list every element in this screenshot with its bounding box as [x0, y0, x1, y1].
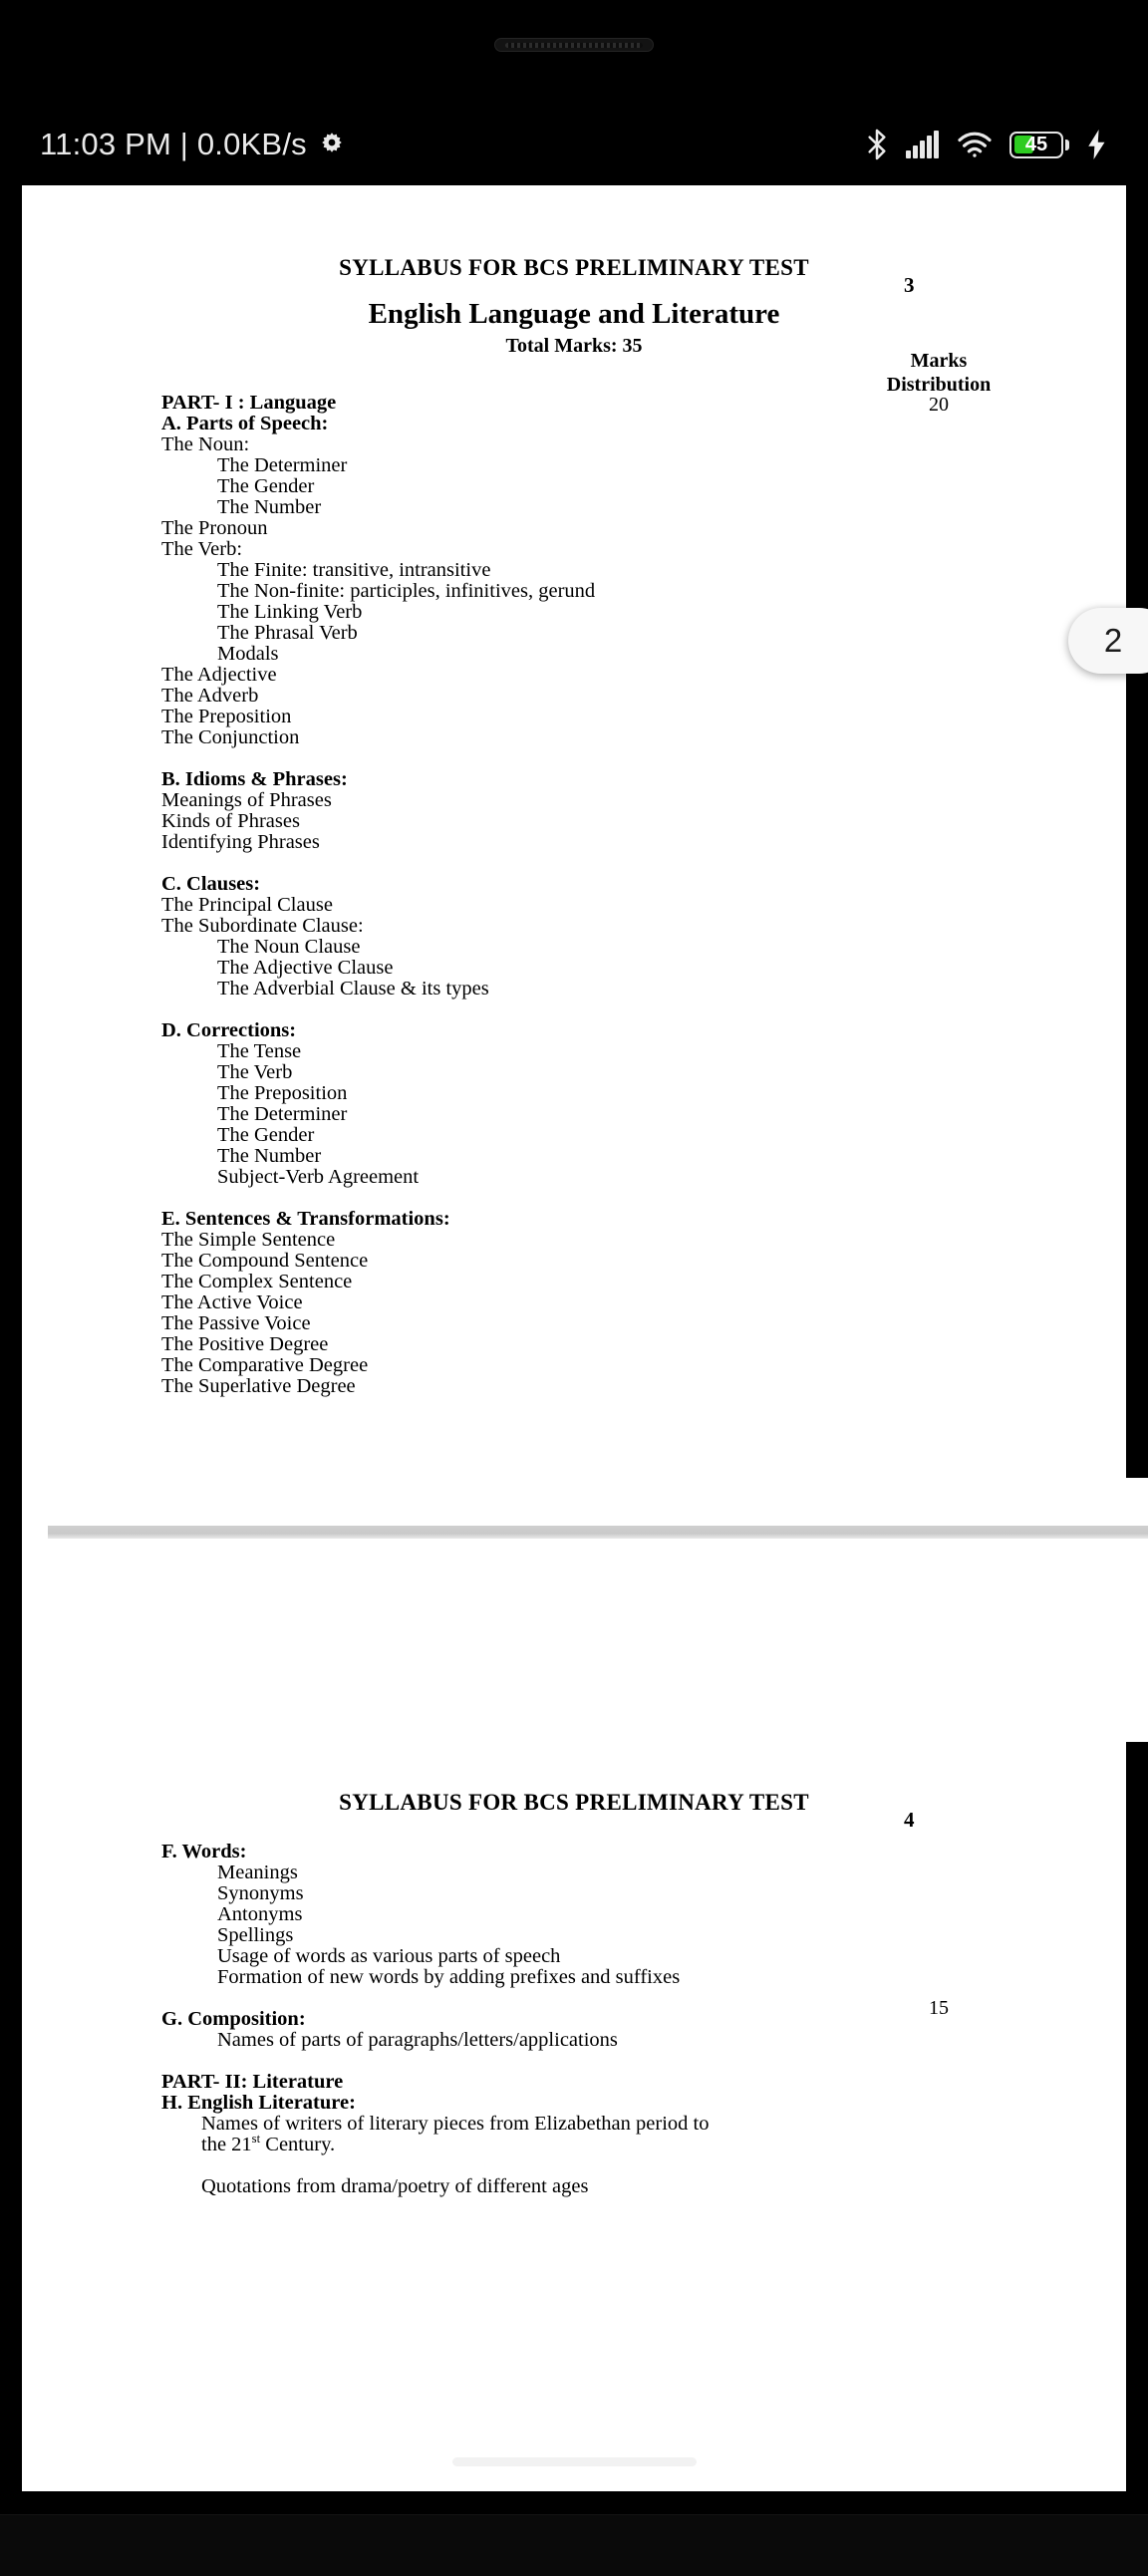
syllabus-line: The Subordinate Clause:: [161, 915, 364, 937]
syllabus-spacer: [161, 1000, 1038, 1020]
syllabus-line: Modals: [217, 643, 279, 665]
syllabus-spacer: [161, 1988, 1038, 2009]
syllabus-line: Usage of words as various parts of speec…: [217, 1945, 561, 1967]
document-header-title-page-4: SYLLABUS FOR BCS PRELIMINARY TEST: [339, 1790, 809, 1815]
syllabus-line: G. Composition:: [161, 2008, 306, 2030]
syllabus-line: The Gender: [217, 475, 315, 497]
syllabus-spacer: [161, 748, 1038, 769]
syllabus-line: The Simple Sentence: [161, 1229, 336, 1251]
syllabus-line: The Preposition: [161, 706, 292, 727]
syllabus-line: The Linking Verb: [217, 601, 363, 623]
gear-icon: [317, 130, 347, 159]
ordinal-superscript: st: [251, 2132, 261, 2147]
syllabus-line: E. Sentences & Transformations:: [161, 1208, 450, 1230]
home-gesture-handle[interactable]: [451, 2456, 697, 2466]
syllabus-line: The Adverb: [161, 685, 259, 707]
syllabus-spacer: [161, 2051, 1038, 2072]
page-number-3: 3: [904, 273, 915, 297]
syllabus-line: Identifying Phrases: [161, 831, 320, 853]
page-number-4: 4: [904, 1808, 915, 1832]
syllabus-line: Subject-Verb Agreement: [217, 1166, 420, 1188]
syllabus-line: The Verb:: [161, 538, 243, 560]
syllabus-line: The Conjunction: [161, 726, 300, 748]
pdf-page-3[interactable]: SYLLABUS FOR BCS PRELIMINARY TEST 3 Engl…: [22, 185, 1126, 1478]
page-separator: [22, 1478, 1148, 1742]
syllabus-line: Spellings: [217, 1924, 294, 1946]
marks-distribution-header: Marks Distribution: [869, 349, 1008, 398]
status-time-and-network-speed: 11:03 PM | 0.0KB/s: [40, 127, 307, 161]
battery-shell: 45: [1009, 131, 1063, 158]
syllabus-line: The Phrasal Verb: [217, 622, 358, 644]
syllabus-line: The Non-finite: participles, infinitives…: [217, 580, 596, 602]
syllabus-line: The Number: [217, 1145, 322, 1167]
syllabus-spacer: [161, 853, 1038, 874]
syllabus-line: H. English Literature:: [161, 2092, 356, 2114]
syllabus-body-page-3: PART- I : Language A. Parts of Speech: The…: [161, 393, 1038, 1397]
syllabus-line: Formation of new words by adding prefixe…: [217, 1966, 681, 1988]
syllabus-line: Antonyms: [217, 1903, 303, 1925]
syllabus-line: The Positive Degree: [161, 1333, 329, 1355]
syllabus-line: The Passive Voice: [161, 1312, 311, 1334]
android-navigation-bar[interactable]: [0, 2441, 1148, 2481]
syllabus-line: The Pronoun: [161, 517, 268, 539]
syllabus-line: C. Clauses:: [161, 873, 261, 895]
syllabus-line: The Complex Sentence: [161, 1271, 353, 1292]
syllabus-line: F. Words:: [161, 1841, 247, 1862]
syllabus-line: D. Corrections:: [161, 1019, 297, 1041]
syllabus-line: The Compound Sentence: [161, 1250, 369, 1272]
pdf-page-4[interactable]: SYLLABUS FOR BCS PRELIMINARY TEST 4 15 F…: [22, 1742, 1126, 2491]
wifi-icon: [957, 131, 993, 158]
syllabus-line: PART- I : Language: [161, 392, 337, 414]
syllabus-line: The Superlative Degree: [161, 1375, 356, 1397]
syllabus-line: The Noun Clause: [217, 936, 361, 958]
syllabus-line: The Finite: transitive, intransitive: [217, 559, 491, 581]
syllabus-line: The Determiner: [217, 1103, 348, 1125]
syllabus-spacer: [161, 2155, 1038, 2176]
status-bar-right: 45: [865, 129, 1108, 160]
syllabus-spacer: [161, 1188, 1038, 1209]
bluetooth-icon: [865, 129, 889, 160]
battery-percent-label: 45: [1024, 134, 1048, 155]
syllabus-line: Names of parts of paragraphs/letters/app…: [217, 2029, 618, 2051]
syllabus-line: Names of writers of literary pieces from…: [201, 2113, 710, 2135]
earpiece-speaker: [494, 38, 654, 52]
cellular-signal-icon: [906, 131, 940, 158]
document-header-title: SYLLABUS FOR BCS PRELIMINARY TEST: [339, 255, 809, 280]
syllabus-line: Meanings of Phrases: [161, 789, 332, 811]
syllabus-line: Quotations from drama/poetry of differen…: [201, 2175, 589, 2197]
syllabus-line: The Gender: [217, 1124, 315, 1146]
syllabus-line: The Number: [217, 496, 322, 518]
syllabus-body-page-4: F. Words: Meanings Synonyms Antonyms Spellin…: [161, 1842, 1038, 2197]
subject-title: English Language and Literature: [368, 298, 780, 330]
syllabus-line: The Principal Clause: [161, 894, 333, 916]
syllabus-line: The Comparative Degree: [161, 1354, 369, 1376]
charging-bolt-icon: [1086, 130, 1108, 159]
status-bar: 11:03 PM | 0.0KB/s 45: [0, 110, 1148, 179]
syllabus-line: Synonyms: [217, 1882, 304, 1904]
syllabus-line: The Verb: [217, 1061, 293, 1083]
syllabus-line: The Preposition: [217, 1082, 348, 1104]
syllabus-line: Kinds of Phrases: [161, 810, 300, 832]
syllabus-line: A. Parts of Speech:: [161, 413, 329, 434]
syllabus-line: The Tense: [217, 1040, 302, 1062]
syllabus-line: The Adverbial Clause & its types: [217, 978, 489, 1000]
marks-header-line-1: Marks: [910, 350, 968, 372]
syllabus-line: The Determiner: [217, 454, 348, 476]
syllabus-line: The Adjective: [161, 664, 277, 686]
battery-indicator: 45: [1009, 131, 1069, 158]
status-bar-left: 11:03 PM | 0.0KB/s: [40, 127, 347, 162]
syllabus-line: The Active Voice: [161, 1291, 303, 1313]
page-indicator-pill[interactable]: 2: [1068, 608, 1148, 674]
battery-cap: [1065, 139, 1069, 150]
syllabus-line: Meanings: [217, 1861, 298, 1883]
syllabus-line: B. Idioms & Phrases:: [161, 768, 348, 790]
syllabus-line: The Adjective Clause: [217, 957, 394, 979]
screen-bottom-bezel: [0, 2514, 1148, 2576]
phone-screen: 11:03 PM | 0.0KB/s 45 SYLLABUS FOR BCS P…: [0, 0, 1148, 2576]
syllabus-line: The Noun:: [161, 433, 250, 455]
syllabus-line: the 21st Century.: [201, 2132, 336, 2155]
syllabus-line: PART- II: Literature: [161, 2071, 344, 2093]
page-indicator-label: 2: [1103, 622, 1123, 659]
